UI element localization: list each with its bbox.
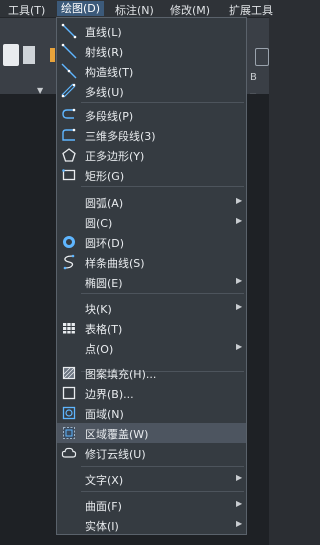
menu-item-label: 曲面(F): [85, 500, 122, 513]
menu-item-label: 射线(R): [85, 46, 124, 59]
menu-item-construction-line[interactable]: 构造线(T): [57, 61, 246, 81]
boundary-icon: [61, 385, 77, 401]
menu-separator: [81, 466, 244, 467]
rectangle-icon: [61, 167, 77, 183]
submenu-arrow-icon: ▶: [236, 276, 243, 285]
menu-item-line[interactable]: 直线(L): [57, 21, 246, 41]
menu-item-ray[interactable]: 射线(R): [57, 41, 246, 61]
menu-item-rectangle[interactable]: 矩形(G): [57, 165, 246, 185]
menu-item-label: 椭圆(E): [85, 277, 123, 290]
menu-item-label: 边界(B)...: [85, 388, 134, 401]
menu-separator: [81, 186, 244, 187]
menu-item-wipeout[interactable]: 区域覆盖(W): [57, 423, 246, 443]
menu-separator: [81, 491, 244, 492]
submenu-arrow-icon: ▶: [236, 499, 243, 508]
menu-item-label: 构造线(T): [85, 66, 134, 79]
menu-item-label: 实体(I): [85, 520, 119, 533]
submenu-arrow-icon: ▶: [236, 473, 243, 482]
polyline-icon: [61, 107, 77, 123]
menu-item-boundary[interactable]: 边界(B)...: [57, 383, 246, 403]
donut-icon: [61, 234, 77, 250]
menu-separator: [81, 102, 244, 103]
menu-item-hatch[interactable]: 图案填充(H)...: [57, 363, 246, 383]
menu-item-arc[interactable]: 圆弧(A) ▶: [57, 192, 246, 212]
menu-item-table[interactable]: 表格(T): [57, 318, 246, 338]
menu-item-spline[interactable]: 样条曲线(S): [57, 252, 246, 272]
menu-item-region[interactable]: 面域(N): [57, 403, 246, 423]
submenu-arrow-icon: ▶: [236, 196, 243, 205]
ray-icon: [61, 43, 77, 59]
menu-item-label: 文字(X): [85, 474, 124, 487]
menu-item-revision-cloud[interactable]: 修订云线(U): [57, 443, 246, 463]
menu-item-label: 多线(U): [85, 86, 124, 99]
revcloud-icon: [61, 445, 77, 461]
menu-item-multiline[interactable]: 多线(U): [57, 81, 246, 101]
menu-item-circle[interactable]: 圆(C) ▶: [57, 212, 246, 232]
menu-item-label: 正多边形(Y): [85, 150, 145, 163]
ribbon-right-label: B: [250, 72, 257, 83]
menu-item-label: 圆(C): [85, 217, 113, 230]
submenu-arrow-icon: ▶: [236, 302, 243, 311]
menu-item-3d-polyline[interactable]: 三维多段线(3): [57, 125, 246, 145]
wipeout-icon: [61, 425, 77, 441]
region-icon: [61, 405, 77, 421]
menu-item-polygon[interactable]: 正多边形(Y): [57, 145, 246, 165]
submenu-arrow-icon: ▶: [236, 519, 243, 528]
menu-item-point[interactable]: 点(O) ▶: [57, 338, 246, 358]
menu-item-block[interactable]: 块(K) ▶: [57, 298, 246, 318]
table-icon: [61, 320, 77, 336]
menu-item-label: 圆弧(A): [85, 197, 124, 210]
menu-item-surface[interactable]: 曲面(F) ▶: [57, 495, 246, 515]
menu-tools[interactable]: 工具(T): [8, 2, 45, 18]
submenu-arrow-icon: ▶: [236, 342, 243, 351]
menu-draw[interactable]: 绘图(D): [57, 1, 105, 16]
menu-item-label: 圆环(D): [85, 237, 125, 250]
menu-item-label: 图案填充(H)...: [85, 368, 157, 381]
draw-menu: 直线(L) 射线(R) 构造线(T) 多线(U) 多段线(P) 三维多段线(3): [56, 17, 247, 535]
multiline-icon: [61, 83, 77, 99]
menu-item-polyline[interactable]: 多段线(P): [57, 105, 246, 125]
document-icon[interactable]: [23, 46, 35, 64]
menu-item-label: 区域覆盖(W): [85, 428, 149, 441]
menu-dimension[interactable]: 标注(N): [115, 2, 154, 18]
menu-item-label: 样条曲线(S): [85, 257, 145, 270]
menu-item-ellipse[interactable]: 椭圆(E) ▶: [57, 272, 246, 292]
ribbon-tool-icon[interactable]: [3, 44, 19, 66]
hatch-icon: [61, 365, 77, 381]
menu-extended-tools[interactable]: 扩展工具: [229, 2, 273, 18]
menu-bar: 工具(T) 绘图(D) 标注(N) 修改(M) 扩展工具: [0, 0, 273, 18]
spline-icon: [61, 254, 77, 270]
menu-separator: [81, 293, 244, 294]
menu-item-text[interactable]: 文字(X) ▶: [57, 469, 246, 489]
line-icon: [61, 23, 77, 39]
menu-item-label: 块(K): [85, 303, 112, 316]
3d-polyline-icon: [61, 127, 77, 143]
menu-item-solid[interactable]: 实体(I) ▶: [57, 515, 246, 535]
construction-line-icon: [61, 63, 77, 79]
polygon-icon: [61, 147, 77, 163]
menu-item-label: 直线(L): [85, 26, 122, 39]
menu-item-label: 矩形(G): [85, 170, 125, 183]
submenu-arrow-icon: ▶: [236, 216, 243, 225]
menu-item-label: 面域(N): [85, 408, 124, 421]
ribbon-accent-icon: [50, 48, 55, 62]
menu-item-donut[interactable]: 圆环(D): [57, 232, 246, 252]
menu-item-label: 点(O): [85, 343, 114, 356]
menu-item-label: 表格(T): [85, 323, 123, 336]
menu-modify[interactable]: 修改(M): [170, 2, 210, 18]
menu-item-label: 三维多段线(3): [85, 130, 156, 143]
ribbon-right-icon[interactable]: [255, 48, 269, 66]
menu-item-label: 多段线(P): [85, 110, 134, 123]
menu-item-label: 修订云线(U): [85, 448, 146, 461]
